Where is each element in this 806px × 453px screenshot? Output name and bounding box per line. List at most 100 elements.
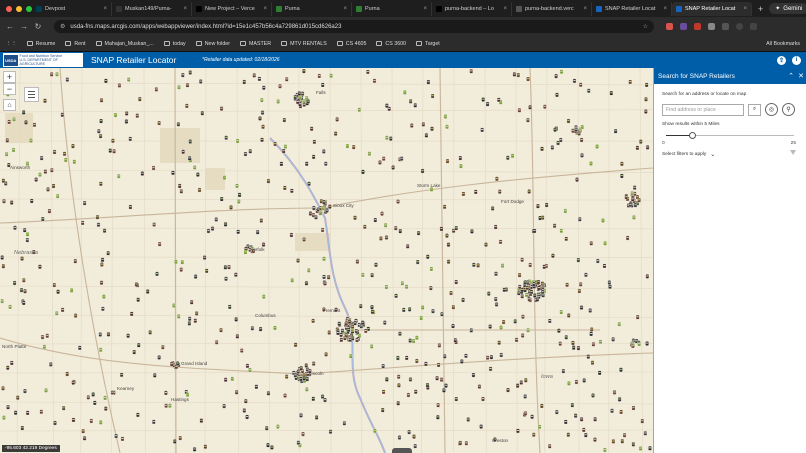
retailer-marker[interactable] <box>446 259 451 264</box>
retailer-marker[interactable] <box>588 308 592 313</box>
address-search-input[interactable]: Find address or place <box>662 103 744 116</box>
retailer-marker[interactable] <box>574 127 578 132</box>
retailer-marker[interactable] <box>494 296 498 302</box>
retailer-marker[interactable] <box>526 328 530 333</box>
retailer-marker[interactable] <box>293 342 298 348</box>
retailer-marker[interactable] <box>425 382 430 388</box>
retailer-marker[interactable] <box>396 199 400 204</box>
browser-tab[interactable]: New Project – Verce × <box>192 1 272 16</box>
retailer-marker[interactable] <box>394 225 398 231</box>
retailer-marker[interactable] <box>541 285 545 290</box>
retailer-marker[interactable] <box>357 107 362 113</box>
retailer-marker[interactable] <box>628 79 632 85</box>
bookmark-item[interactable]: Rent <box>65 41 86 47</box>
retailer-marker[interactable] <box>299 413 303 418</box>
retailer-marker[interactable] <box>161 344 165 350</box>
retailer-marker[interactable] <box>97 129 101 134</box>
retailer-marker[interactable] <box>573 413 578 418</box>
retailer-marker[interactable] <box>540 403 544 409</box>
retailer-marker[interactable] <box>520 257 524 262</box>
retailer-marker[interactable] <box>11 147 16 153</box>
retailer-marker[interactable] <box>224 276 228 281</box>
retailer-marker[interactable] <box>306 99 310 104</box>
retailer-marker[interactable] <box>262 85 266 90</box>
retailer-marker[interactable] <box>559 137 563 143</box>
retailer-marker[interactable] <box>445 124 449 129</box>
retailer-marker[interactable] <box>273 325 277 331</box>
browser-tab[interactable]: Devpost × <box>32 1 112 16</box>
retailer-marker[interactable] <box>645 274 650 279</box>
retailer-marker[interactable] <box>370 272 374 278</box>
retailer-marker[interactable] <box>454 279 458 285</box>
retailer-marker[interactable] <box>23 288 27 294</box>
retailer-marker[interactable] <box>132 349 136 355</box>
retailer-marker[interactable] <box>210 226 215 231</box>
chevron-up-icon[interactable]: ⌃ <box>786 72 796 80</box>
retailer-marker[interactable] <box>61 405 66 411</box>
retailer-marker[interactable] <box>361 169 365 175</box>
retailer-marker[interactable] <box>596 258 600 264</box>
retailer-marker[interactable] <box>47 208 52 214</box>
retailer-marker[interactable] <box>322 149 326 154</box>
retailer-marker[interactable] <box>172 303 176 308</box>
retailer-marker[interactable] <box>488 366 493 372</box>
retailer-marker[interactable] <box>442 388 446 393</box>
bookmark-item[interactable]: CS 3600 <box>376 41 406 47</box>
retailer-marker[interactable] <box>56 289 60 294</box>
retailer-marker[interactable] <box>260 97 264 103</box>
retailer-marker[interactable] <box>564 236 568 242</box>
retailer-marker[interactable] <box>593 437 597 442</box>
retailer-marker[interactable] <box>82 200 87 206</box>
retailer-marker[interactable] <box>78 345 82 351</box>
retailer-marker[interactable] <box>558 341 562 346</box>
back-arrow-icon[interactable]: ← <box>6 22 14 31</box>
retailer-marker[interactable] <box>407 307 412 312</box>
retailer-marker[interactable] <box>373 428 377 434</box>
retailer-marker[interactable] <box>494 302 499 307</box>
retailer-marker[interactable] <box>180 259 185 265</box>
browser-tab[interactable]: Purna × <box>272 1 352 16</box>
retailer-marker[interactable] <box>566 432 571 437</box>
retailer-marker[interactable] <box>189 299 194 305</box>
retailer-marker[interactable] <box>567 381 571 386</box>
retailer-marker[interactable] <box>481 97 485 102</box>
retailer-marker[interactable] <box>9 200 14 205</box>
retailer-marker[interactable] <box>426 79 431 85</box>
retailer-marker[interactable] <box>203 444 208 449</box>
retailer-marker[interactable] <box>396 374 401 379</box>
retailer-marker[interactable] <box>421 122 426 127</box>
retailer-marker[interactable] <box>611 337 615 342</box>
retailer-marker[interactable] <box>214 217 218 222</box>
all-bookmarks-button[interactable]: All Bookmarks <box>766 41 800 47</box>
retailer-marker[interactable] <box>498 239 503 245</box>
retailer-marker[interactable] <box>363 224 367 230</box>
retailer-marker[interactable] <box>308 211 313 216</box>
retailer-marker[interactable] <box>619 367 623 373</box>
retailer-marker[interactable] <box>242 79 246 85</box>
retailer-marker[interactable] <box>307 268 311 273</box>
retailer-marker[interactable] <box>236 229 240 235</box>
retailer-marker[interactable] <box>312 139 317 145</box>
retailer-marker[interactable] <box>512 72 517 77</box>
retailer-marker[interactable] <box>532 228 537 234</box>
retailer-marker[interactable] <box>264 425 269 431</box>
retailer-marker[interactable] <box>381 389 386 395</box>
retailer-marker[interactable] <box>119 372 124 378</box>
retailer-marker[interactable] <box>543 104 547 109</box>
retailer-marker[interactable] <box>498 189 502 194</box>
retailer-marker[interactable] <box>98 347 103 353</box>
retailer-marker[interactable] <box>71 143 75 149</box>
retailer-marker[interactable] <box>117 174 121 179</box>
retailer-marker[interactable] <box>324 352 328 357</box>
retailer-marker[interactable] <box>185 82 190 88</box>
retailer-marker[interactable] <box>248 149 252 154</box>
retailer-marker[interactable] <box>98 133 103 139</box>
retailer-marker[interactable] <box>95 214 100 220</box>
retailer-marker[interactable] <box>415 335 419 340</box>
retailer-marker[interactable] <box>60 307 65 313</box>
retailer-marker[interactable] <box>530 414 534 420</box>
retailer-marker[interactable] <box>260 137 264 143</box>
retailer-marker[interactable] <box>307 181 311 186</box>
retailer-marker[interactable] <box>537 424 542 430</box>
retailer-marker[interactable] <box>532 281 536 287</box>
